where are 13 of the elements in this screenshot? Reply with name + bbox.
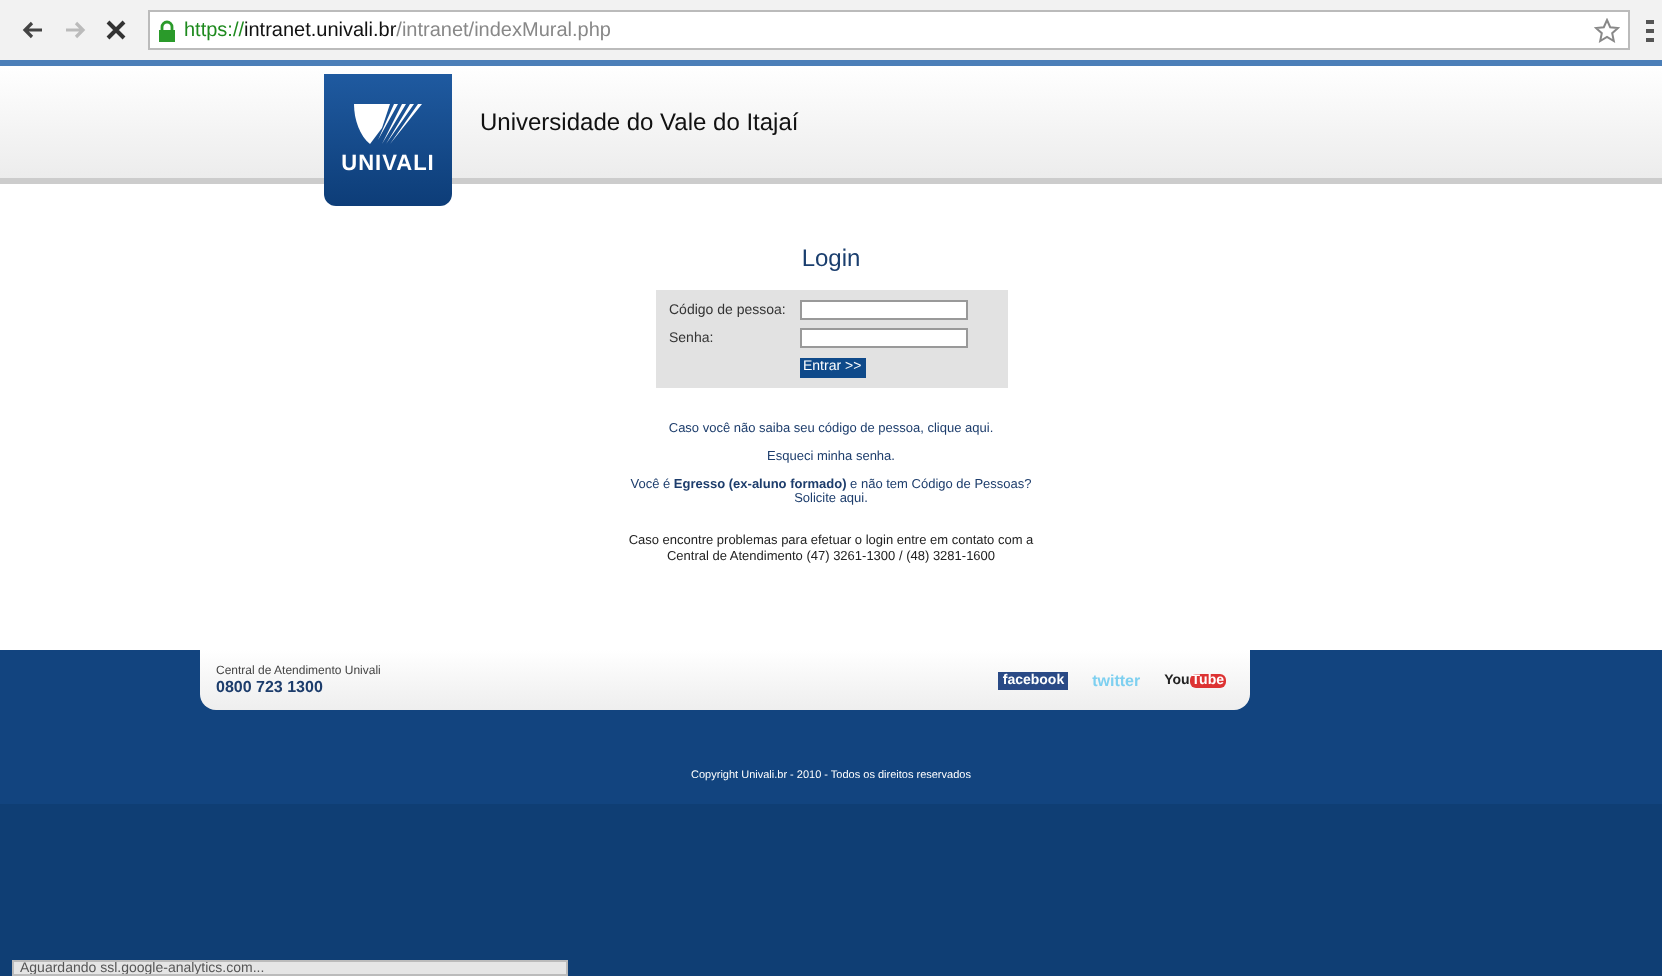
phone-number: 0800 723 1300	[216, 677, 325, 695]
address-bar[interactable]: https://intranet.univali.br/intranet/indexMural.php	[148, 10, 1630, 50]
logo-mark-icon	[354, 104, 422, 144]
back-icon[interactable]	[22, 20, 44, 40]
univali-logo[interactable]: UNIVALI	[324, 74, 452, 206]
menu-icon[interactable]	[1646, 19, 1654, 41]
input-field[interactable]	[799, 300, 967, 320]
site-title: Universidade do Vale do Itajaí	[480, 108, 799, 136]
close-icon[interactable]	[106, 20, 126, 40]
lock-icon	[158, 19, 176, 41]
star-icon[interactable]	[1594, 17, 1620, 43]
login-heading: Login	[801, 244, 861, 272]
input-field[interactable]	[799, 328, 967, 348]
